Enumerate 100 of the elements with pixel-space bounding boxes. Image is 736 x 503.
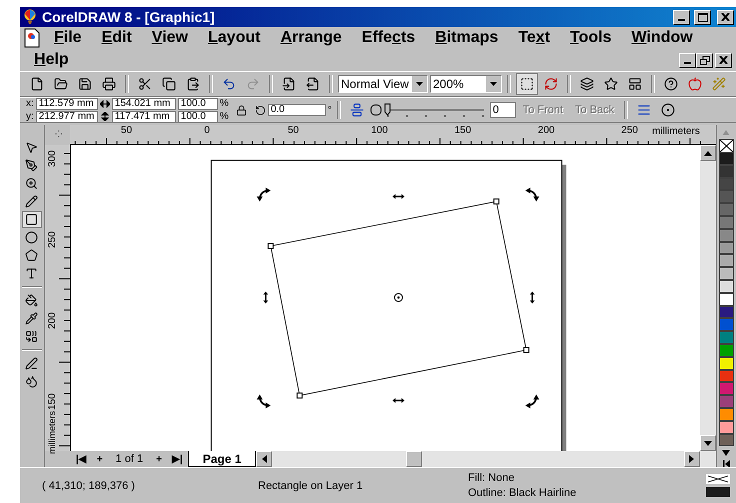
scale-y-field[interactable]: 100.0: [178, 110, 218, 122]
node-handle[interactable]: [523, 347, 530, 353]
interactive-fill-icon: [25, 294, 38, 307]
menu-item[interactable]: Bitmaps: [425, 27, 508, 49]
menu-item[interactable]: Layout: [198, 27, 270, 49]
menu-item[interactable]: Window: [622, 27, 703, 49]
color-swatch[interactable]: [718, 190, 734, 204]
add-page-button[interactable]: +: [151, 451, 167, 467]
ruler-corner[interactable]: ⁘: [44, 125, 70, 145]
scroll-thumb[interactable]: [406, 451, 422, 467]
ruler-label: 250: [621, 125, 638, 136]
scroll-left-button[interactable]: [256, 451, 272, 467]
slider-thumb[interactable]: [384, 104, 390, 116]
color-swatch[interactable]: [718, 306, 734, 318]
printer-icon: [102, 77, 116, 91]
rounded-corner-icon: [370, 104, 382, 116]
wand-icon: [712, 77, 726, 91]
up-arrow-icon: [704, 150, 712, 156]
restore-icon: [700, 56, 710, 64]
color-swatch[interactable]: [718, 280, 734, 293]
color-swatch[interactable]: [718, 254, 734, 268]
maximize-button[interactable]: [694, 10, 711, 24]
restore-document-button[interactable]: [696, 52, 713, 68]
menu-item[interactable]: Edit: [92, 27, 142, 49]
angle-field[interactable]: 0.0: [268, 104, 326, 116]
outline-swatch-icon: [706, 487, 730, 497]
node-handle[interactable]: [493, 198, 500, 204]
menu-item[interactable]: Effects: [352, 27, 426, 49]
scroll-down-icon[interactable]: [722, 450, 730, 456]
window-title: CorelDRAW 8 - [Graphic1]: [42, 9, 216, 25]
menu-item[interactable]: View: [142, 27, 198, 49]
menu-item[interactable]: Help: [24, 49, 79, 71]
color-swatch[interactable]: [718, 382, 734, 396]
freehand-icon: [25, 195, 38, 208]
menu-item[interactable]: Tools: [560, 27, 622, 49]
right-arrow-icon: [689, 455, 694, 463]
color-swatch[interactable]: [718, 420, 734, 434]
color-swatch[interactable]: [718, 292, 734, 306]
color-swatch[interactable]: [718, 344, 734, 357]
percent-label: %: [220, 98, 229, 109]
copy-icon: [162, 77, 176, 91]
color-swatch[interactable]: [718, 228, 734, 242]
close-document-button[interactable]: [715, 52, 732, 68]
view-mode-dropdown[interactable]: Normal View: [338, 75, 428, 93]
height-field[interactable]: 117.471 mm: [112, 110, 176, 122]
no-color-swatch[interactable]: [718, 139, 734, 152]
color-swatch[interactable]: [718, 242, 734, 254]
scroll-down-button[interactable]: [700, 435, 716, 451]
color-swatch[interactable]: [718, 152, 734, 165]
select-button[interactable]: [516, 73, 538, 95]
menu-item[interactable]: File: [44, 27, 92, 49]
menu-item[interactable]: Text: [508, 27, 560, 49]
minimize-document-button[interactable]: [679, 52, 696, 68]
lines-icon: [637, 103, 652, 117]
node-handle[interactable]: [268, 243, 274, 249]
color-swatch[interactable]: [718, 164, 734, 178]
import-icon: [282, 77, 296, 91]
flyout-icon[interactable]: [722, 460, 730, 467]
minimize-button[interactable]: [673, 10, 690, 24]
last-page-button[interactable]: ▶|: [166, 451, 188, 467]
node-handle[interactable]: [296, 392, 302, 399]
rotate-handle-icon: [256, 188, 271, 202]
rotate-handle-icon: [525, 188, 540, 202]
y-field[interactable]: 212.977 mm: [36, 110, 98, 122]
skew-handle-icon: [530, 292, 535, 304]
color-swatch[interactable]: [718, 216, 734, 229]
ruler-label: 50: [288, 125, 299, 136]
rectangle-tool[interactable]: [22, 211, 42, 228]
skew-handle-icon: [392, 398, 404, 403]
scroll-up-button[interactable]: [700, 145, 716, 161]
zoom-icon: [25, 177, 38, 190]
color-swatch[interactable]: [718, 434, 734, 446]
rotate-handle-icon: [256, 394, 271, 408]
color-swatch[interactable]: [718, 203, 734, 216]
horizontal-scrollbar[interactable]: [256, 451, 716, 467]
color-swatch[interactable]: [718, 267, 734, 280]
scale-x-field[interactable]: 100.0: [178, 98, 218, 110]
width-field[interactable]: 154.021 mm: [112, 98, 176, 110]
color-swatch[interactable]: [718, 356, 734, 370]
document-icon: [24, 28, 40, 48]
scroll-right-button[interactable]: [684, 451, 700, 467]
x-field[interactable]: 112.579 mm: [36, 98, 98, 110]
help-icon: [664, 77, 678, 91]
color-swatch[interactable]: [718, 395, 734, 408]
close-button[interactable]: [717, 10, 734, 24]
menu-item[interactable]: Arrange: [270, 27, 352, 49]
folder-icon: [54, 77, 68, 91]
first-page-button[interactable]: |◀: [70, 451, 92, 467]
page-tab[interactable]: Page 1: [188, 451, 256, 467]
color-swatch[interactable]: [718, 408, 734, 421]
rotate-icon: [254, 104, 266, 116]
rotate-handle-icon: [525, 394, 540, 408]
color-swatch[interactable]: [718, 318, 734, 332]
zoom-dropdown[interactable]: 200%: [430, 75, 502, 93]
corner-field[interactable]: 0: [490, 102, 516, 118]
color-swatch[interactable]: [718, 178, 734, 190]
export-icon: [306, 77, 320, 91]
color-swatch[interactable]: [718, 331, 734, 344]
color-swatch[interactable]: [718, 370, 734, 382]
add-page-button[interactable]: +: [92, 451, 108, 467]
